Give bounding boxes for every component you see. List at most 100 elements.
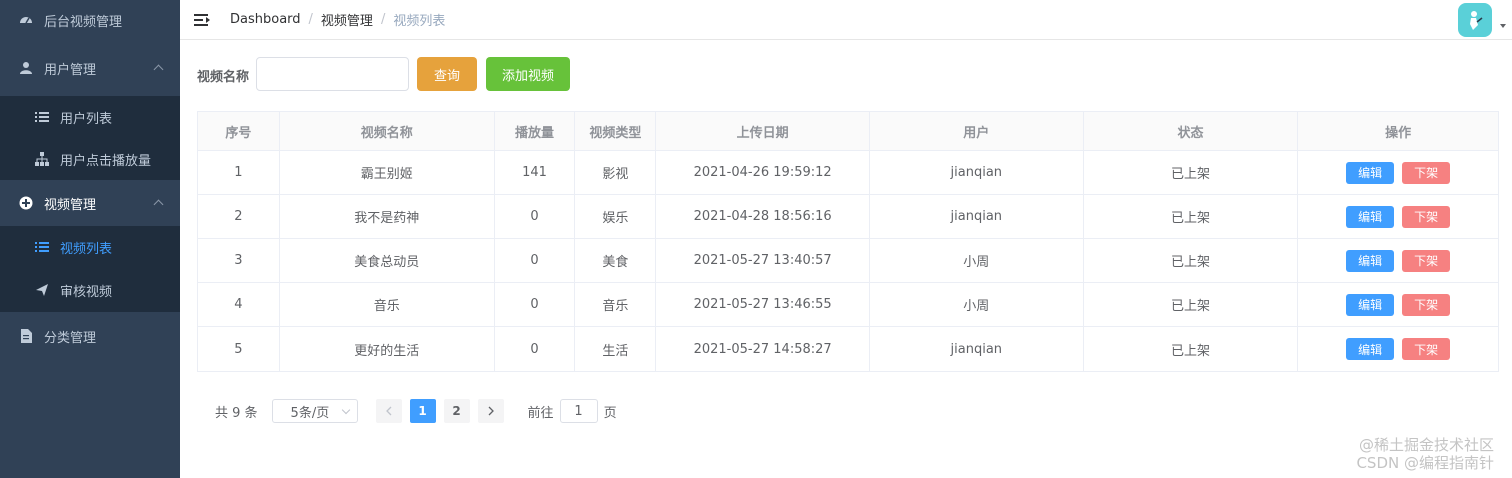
cell-index: 3 xyxy=(198,239,280,282)
chevron-right-icon xyxy=(488,406,494,416)
table-row: 5 更好的生活 0 生活 2021-05-27 14:58:27 jianqian 已上架编… xyxy=(198,327,1498,371)
sidebar-item-review-video[interactable]: 审核视频 xyxy=(0,268,180,312)
edit-button[interactable]: 编辑 xyxy=(1346,161,1395,184)
cell-play-count: 0 xyxy=(495,195,576,238)
cell-user: jianqian xyxy=(870,327,1084,371)
sidebar-item-video-list[interactable]: 视频列表 xyxy=(0,226,180,268)
sidebar-item-dashboard[interactable]: 后台视频管理 xyxy=(0,0,180,40)
chevron-up-icon xyxy=(153,199,164,210)
cell-status: 已上架 xyxy=(1084,239,1299,282)
cell-user: jianqian xyxy=(870,151,1084,194)
sidebar-item-label: 用户列表 xyxy=(60,111,113,127)
cell-status: 已上架 xyxy=(1084,283,1299,326)
offline-button[interactable]: 下架 xyxy=(1402,293,1451,316)
offline-button[interactable]: 下架 xyxy=(1402,161,1451,184)
cell-actions: 编辑 下架 xyxy=(1298,239,1498,282)
cell-play-count: 0 xyxy=(495,239,576,282)
page-button[interactable]: 2 xyxy=(443,399,470,423)
goto-page-input[interactable] xyxy=(559,399,598,423)
edit-button[interactable]: 编辑 xyxy=(1346,293,1395,316)
cell-index: 4 xyxy=(198,283,280,326)
search-label: 视频名称 xyxy=(197,70,250,85)
cell-play-count: 0 xyxy=(495,283,576,326)
user-avatar-icon xyxy=(1470,11,1483,30)
dashboard-icon xyxy=(18,12,34,28)
cell-actions: 编辑 下架 xyxy=(1298,195,1498,238)
table-row: 1 霸王别姬 141 影视 2021-04-26 19:59:12 jianqian 已上架… xyxy=(198,151,1498,195)
column-header: 操作 xyxy=(1385,125,1412,141)
next-page-button[interactable] xyxy=(477,399,504,423)
caret-down-icon[interactable] xyxy=(1500,24,1506,28)
column-header: 播放量 xyxy=(495,112,576,150)
sidebar-item-label: 审核视频 xyxy=(60,284,113,300)
query-button[interactable]: 查询 xyxy=(417,57,477,91)
sidebar-item-category-management[interactable]: 分类管理 xyxy=(0,312,180,360)
offline-button[interactable]: 下架 xyxy=(1402,249,1451,272)
send-icon xyxy=(34,282,50,298)
watermark-line: @稀土掘金技术社区 xyxy=(1358,436,1494,454)
sidebar-item-user-management[interactable]: 用户管理 xyxy=(0,40,180,96)
column-header: 视频名称 xyxy=(280,112,495,150)
add-video-button[interactable]: 添加视频 xyxy=(486,57,570,91)
cell-upload-date: 2021-04-28 18:56:16 xyxy=(656,195,870,238)
user-avatar[interactable] xyxy=(1458,3,1492,37)
cell-video-name: 音乐 xyxy=(280,283,495,326)
page-button[interactable]: 1 xyxy=(409,399,436,423)
cell-index: 2 xyxy=(198,195,280,238)
pagination-total: 共 9 条 xyxy=(215,405,258,421)
cell-video-type: 影视 xyxy=(575,151,657,194)
cell-user: jianqian xyxy=(870,195,1084,238)
page-size-select[interactable]: 5条/页 xyxy=(271,399,358,423)
sidebar-item-video-management[interactable]: 视频管理 xyxy=(0,180,180,226)
cell-actions: 编辑 下架 xyxy=(1298,151,1498,194)
page-size-value: 5条/页 xyxy=(290,405,330,421)
watermark-line: CSDN @编程指南针 xyxy=(1356,454,1494,472)
cell-play-count: 0 xyxy=(495,327,576,371)
sidebar-item-label: 后台视频管理 xyxy=(44,14,123,30)
cell-status: 已上架 xyxy=(1084,195,1299,238)
cell-status: 已上架 xyxy=(1084,327,1299,371)
edit-button[interactable]: 编辑 xyxy=(1346,338,1395,360)
goto-suffix: 页 xyxy=(603,405,617,421)
watermark: @稀土掘金技术社区 CSDN @编程指南针 xyxy=(1356,436,1494,472)
chevron-down-icon xyxy=(341,405,350,415)
column-header: 状态 xyxy=(1084,112,1299,150)
prev-page-button[interactable] xyxy=(375,399,402,423)
top-navbar: Dashboard / 视频管理 / 视频列表 xyxy=(180,0,1512,40)
cell-video-type: 生活 xyxy=(575,327,657,371)
table-header-row: 序号 视频名称 播放量 视频类型 上传日期 用户 状态 操作 xyxy=(198,112,1498,151)
sidebar-item-user-plays[interactable]: 用户点击播放量 xyxy=(0,138,180,180)
cell-user: 小周 xyxy=(870,283,1084,326)
cell-video-type: 音乐 xyxy=(575,283,657,326)
edit-button[interactable]: 编辑 xyxy=(1346,205,1395,228)
breadcrumb-item-video-management: 视频管理 xyxy=(320,14,373,29)
table-row: 2 我不是药神 0 娱乐 2021-04-28 18:56:16 jianqian 已上架编… xyxy=(198,195,1498,239)
cell-status: 已上架 xyxy=(1084,151,1299,194)
table-row: 3 美食总动员 0 美食 2021-05-27 13:40:57 小周 已上架 编辑 下架 xyxy=(198,239,1498,283)
column-header: 序号 xyxy=(198,112,280,150)
offline-button[interactable]: 下架 xyxy=(1402,338,1451,360)
breadcrumb: Dashboard / 视频管理 / 视频列表 xyxy=(230,10,445,29)
pagination: 共 9 条 5条/页 1 2 前往 页 xyxy=(215,399,617,423)
cell-actions: 编辑 下架 xyxy=(1298,327,1498,371)
chevron-up-icon xyxy=(153,64,164,75)
breadcrumb-item-dashboard[interactable]: Dashboard xyxy=(230,12,301,27)
hamburger-icon[interactable] xyxy=(194,13,210,27)
cell-video-name: 我不是药神 xyxy=(280,195,495,238)
document-icon xyxy=(18,328,34,344)
cell-video-name: 更好的生活 xyxy=(280,327,495,371)
video-table: 序号 视频名称 播放量 视频类型 上传日期 用户 状态 操作 1 霸王别姬 141 影… xyxy=(197,111,1499,372)
sidebar-item-user-list[interactable]: 用户列表 xyxy=(0,96,180,138)
cell-index: 5 xyxy=(198,327,280,371)
column-header: 视频类型 xyxy=(575,112,657,150)
offline-button[interactable]: 下架 xyxy=(1402,205,1451,228)
cell-video-name: 美食总动员 xyxy=(280,239,495,282)
column-header: 上传日期 xyxy=(656,112,870,150)
sidebar-item-label: 分类管理 xyxy=(44,330,97,346)
sidebar-item-label: 用户点击播放量 xyxy=(60,153,152,169)
plus-circle-icon xyxy=(18,195,34,211)
breadcrumb-separator: / xyxy=(380,12,386,27)
table-row: 4 音乐 0 音乐 2021-05-27 13:46:55 小周 已上架 编辑 下架 xyxy=(198,283,1498,327)
video-name-input[interactable] xyxy=(256,57,409,91)
edit-button[interactable]: 编辑 xyxy=(1346,249,1395,272)
